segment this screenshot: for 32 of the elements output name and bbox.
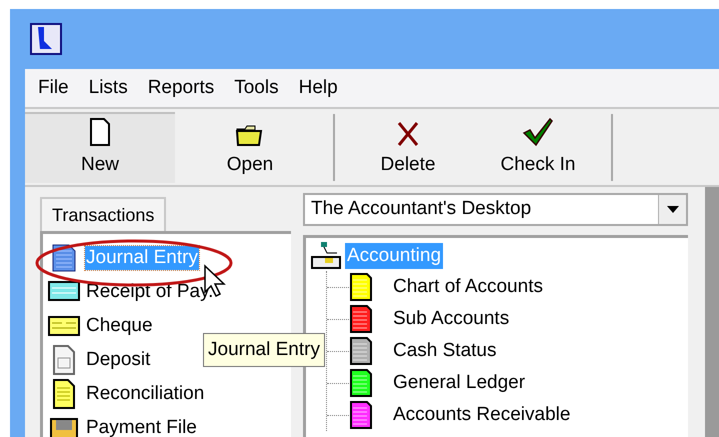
tree-node[interactable]: Chart of Accounts — [393, 272, 543, 302]
tree-node[interactable]: Cash Status — [393, 336, 496, 366]
menu-item[interactable]: Reports — [148, 74, 214, 102]
menu-item[interactable]: Help — [298, 74, 338, 102]
tree-node[interactable]: Sub Accounts — [393, 304, 510, 334]
toolbar-button[interactable]: New — [25, 112, 175, 183]
cash-register-icon — [309, 241, 343, 271]
toolbar-button[interactable]: Check In — [473, 112, 603, 183]
list-item[interactable]: Payment File — [85, 416, 198, 437]
tree-node[interactable]: Accounts Receivable — [393, 400, 570, 430]
tree-node[interactable]: General Ledger — [393, 368, 526, 398]
toolbar-button[interactable]: Delete — [343, 112, 473, 183]
panel-tab[interactable]: Transactions — [40, 197, 166, 231]
list-item[interactable]: Cheque — [85, 314, 154, 338]
notebook-icon — [52, 378, 76, 410]
menu-item[interactable]: Lists — [88, 74, 128, 102]
list-item[interactable]: Reconciliation — [85, 382, 206, 406]
folder-icon — [235, 122, 265, 146]
checkmark-icon — [522, 116, 554, 146]
document-icon — [52, 344, 76, 376]
tooltip: Journal Entry — [203, 333, 325, 367]
list-item[interactable]: Deposit — [85, 348, 152, 372]
form-icon — [48, 280, 80, 304]
app-logo-icon — [30, 23, 62, 55]
x-icon — [396, 120, 420, 146]
desktop-dropdown[interactable]: The Accountant's Desktop — [303, 193, 688, 226]
blank-page-icon — [89, 116, 111, 146]
menu-item[interactable]: Tools — [234, 74, 279, 102]
cheque-icon — [48, 315, 80, 337]
dropdown-arrow-icon — [666, 206, 678, 213]
menu-item[interactable]: File — [38, 74, 69, 102]
toolbar-button[interactable]: Open — [175, 112, 325, 183]
